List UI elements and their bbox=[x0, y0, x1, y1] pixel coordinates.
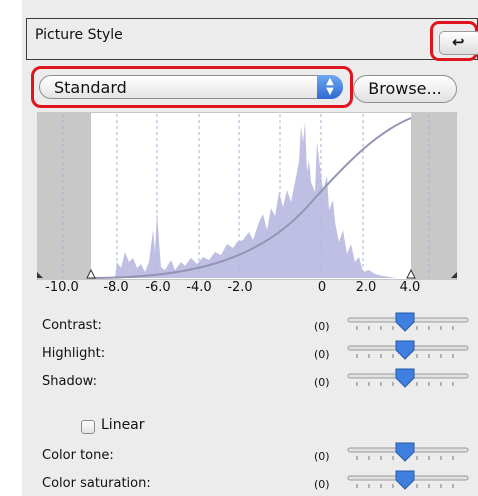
undo-arrow-icon: ↩ bbox=[452, 33, 465, 51]
reset-button[interactable]: ↩ bbox=[439, 31, 478, 55]
histogram-axis-labels: -10.0 -8.0 -6.0 -4.0 -2.0 0 2.0 4.0 bbox=[0, 280, 478, 298]
shadow-slider[interactable] bbox=[345, 368, 471, 390]
tick-label: -4.0 bbox=[186, 280, 212, 295]
tick-label: 4.0 bbox=[399, 280, 421, 295]
tick-label: -10.0 bbox=[45, 280, 79, 295]
color-saturation-slider[interactable] bbox=[345, 470, 471, 492]
linear-checkbox[interactable] bbox=[81, 420, 95, 434]
color-saturation-label: Color saturation: bbox=[42, 476, 151, 491]
panel-title: Picture Style bbox=[35, 27, 123, 43]
picture-style-header: Picture Style bbox=[26, 18, 478, 60]
tick-label: -6.0 bbox=[145, 280, 171, 295]
color-saturation-value: (0) bbox=[314, 478, 330, 491]
tick-label: -8.0 bbox=[103, 280, 129, 295]
color-tone-label: Color tone: bbox=[42, 448, 114, 463]
linear-label: Linear bbox=[101, 417, 145, 433]
contrast-slider-thumb[interactable] bbox=[395, 312, 415, 332]
shadow-label: Shadow: bbox=[42, 374, 97, 389]
highlight-slider-thumb[interactable] bbox=[395, 340, 415, 360]
highlight-label: Highlight: bbox=[42, 346, 106, 361]
browse-button[interactable]: Browse... bbox=[353, 75, 457, 103]
highlight-value: (0) bbox=[314, 348, 330, 361]
contrast-slider[interactable] bbox=[345, 312, 471, 334]
shadow-slider-thumb[interactable] bbox=[395, 368, 415, 388]
contrast-value: (0) bbox=[314, 320, 330, 333]
color-tone-slider-thumb[interactable] bbox=[395, 442, 415, 462]
picture-style-selected: Standard bbox=[54, 78, 127, 97]
style-select-highlight: Standard ▲ ▼ bbox=[31, 66, 353, 108]
color-saturation-slider-thumb[interactable] bbox=[395, 470, 415, 490]
color-tone-slider[interactable] bbox=[345, 442, 471, 464]
highlight-slider[interactable] bbox=[345, 340, 471, 362]
reset-button-highlight: ↩ bbox=[430, 21, 478, 61]
shadow-value: (0) bbox=[314, 376, 330, 389]
tick-label: 2.0 bbox=[355, 280, 377, 295]
tick-label: 0 bbox=[317, 280, 327, 295]
color-tone-value: (0) bbox=[314, 450, 330, 463]
histogram-right-zone bbox=[411, 113, 457, 279]
histogram-left-zone bbox=[37, 113, 91, 279]
picture-style-select[interactable]: Standard ▲ ▼ bbox=[39, 75, 343, 99]
tone-curve-histogram[interactable] bbox=[37, 112, 457, 280]
tick-label: -2.0 bbox=[227, 280, 253, 295]
contrast-label: Contrast: bbox=[42, 318, 102, 333]
updown-arrows-icon: ▲ ▼ bbox=[317, 75, 343, 99]
